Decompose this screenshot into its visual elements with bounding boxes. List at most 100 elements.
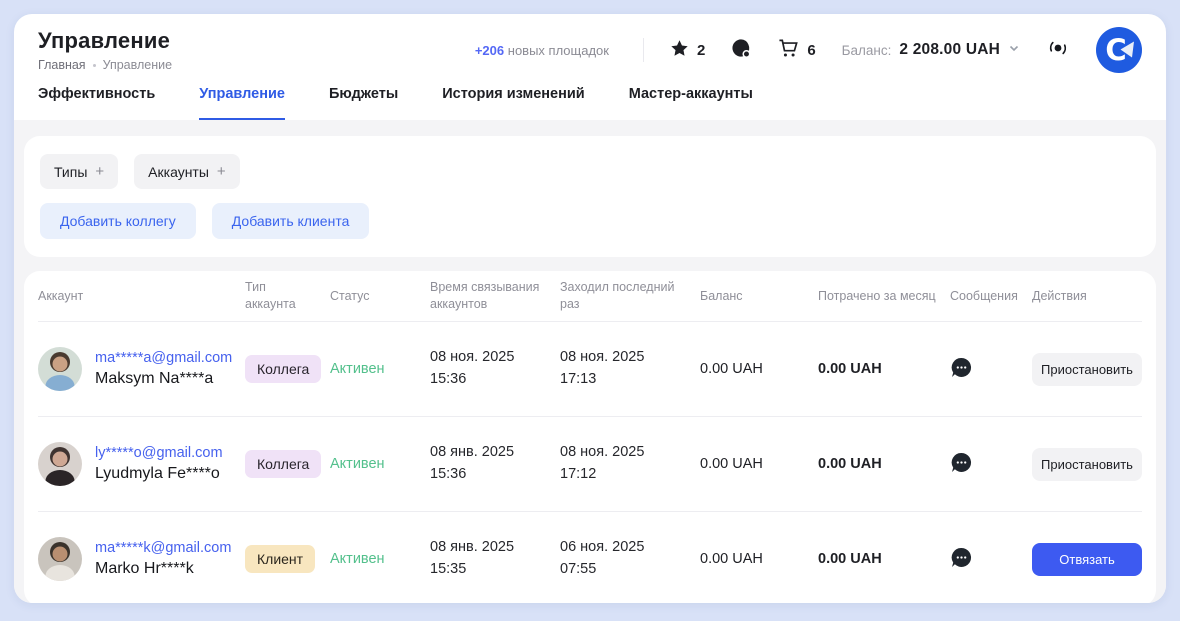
tab-master-accounts[interactable]: Мастер-аккаунты xyxy=(629,86,753,120)
balance-dropdown[interactable]: Баланс: 2 208.00 UAH xyxy=(842,41,1020,59)
actions-cell: Приостановить xyxy=(1032,353,1142,386)
status-label: Активен xyxy=(330,361,430,377)
favorites-button[interactable]: 2 xyxy=(670,39,705,62)
account-type-badge: Клиент xyxy=(245,545,315,573)
breadcrumb-current: Управление xyxy=(103,58,173,72)
avatar xyxy=(38,442,82,486)
brand-logo[interactable]: C xyxy=(1096,27,1142,73)
table-row: ma*****a@gmail.com Maksym Na****a Коллег… xyxy=(38,321,1142,416)
account-type-cell: Коллега xyxy=(245,450,330,478)
actions-cell: Приостановить xyxy=(1032,448,1142,481)
table-row: ly*****o@gmail.com Lyudmyla Fe****o Колл… xyxy=(38,416,1142,511)
accounts-filter-chip[interactable]: Аккаунты + xyxy=(134,154,240,189)
plus-icon: + xyxy=(95,163,104,180)
account-email-link[interactable]: ma*****k@gmail.com xyxy=(95,540,231,556)
last-visit-cell: 08 ноя. 2025 17:13 xyxy=(560,347,700,391)
tab-management[interactable]: Управление xyxy=(199,86,285,120)
content-area: Типы + Аккаунты + Добавить коллегу Добав… xyxy=(14,120,1166,603)
account-email-link[interactable]: ly*****o@gmail.com xyxy=(95,445,223,461)
row-action-button[interactable]: Приостановить xyxy=(1032,353,1142,386)
col-header-status: Статус xyxy=(330,288,430,305)
filter-card: Типы + Аккаунты + Добавить коллегу Добав… xyxy=(24,136,1156,257)
message-bubble-icon xyxy=(950,546,973,572)
header-divider xyxy=(643,38,644,62)
linked-time-cell: 08 ноя. 2025 15:36 xyxy=(430,347,560,391)
chat-button[interactable] xyxy=(731,38,752,63)
spent-cell: 0.00 UAH xyxy=(818,456,950,472)
new-sites-link[interactable]: +206 новых площадок xyxy=(475,43,609,58)
col-header-account-type: Тип аккаунта xyxy=(245,279,330,313)
cart-icon xyxy=(778,38,799,63)
add-client-button[interactable]: Добавить клиента xyxy=(212,203,370,239)
account-type-badge: Коллега xyxy=(245,450,321,478)
message-button[interactable] xyxy=(950,451,973,477)
col-header-spent-month: Потрачено за месяц xyxy=(818,288,950,305)
account-type-badge: Коллега xyxy=(245,355,321,383)
account-name: Lyudmyla Fe****o xyxy=(95,465,223,483)
add-colleague-button[interactable]: Добавить коллегу xyxy=(40,203,196,239)
spent-cell: 0.00 UAH xyxy=(818,361,950,377)
account-cell: ly*****o@gmail.com Lyudmyla Fe****o xyxy=(38,442,245,486)
broadcast-button[interactable] xyxy=(1046,36,1070,65)
account-name: Marko Hr****k xyxy=(95,560,231,578)
actions-cell: Отвязать xyxy=(1032,543,1142,576)
breadcrumb-home[interactable]: Главная xyxy=(38,58,86,72)
message-bubble-icon xyxy=(950,356,973,382)
message-button[interactable] xyxy=(950,356,973,382)
title-block: Управление Главная Управление xyxy=(38,28,172,72)
tab-budgets[interactable]: Бюджеты xyxy=(329,86,398,120)
last-visit-cell: 08 ноя. 2025 17:12 xyxy=(560,442,700,486)
plus-icon: + xyxy=(217,163,226,180)
row-action-button[interactable]: Приостановить xyxy=(1032,448,1142,481)
cart-button[interactable]: 6 xyxy=(778,38,815,63)
tabs: Эффективность Управление Бюджеты История из… xyxy=(14,80,1166,120)
add-buttons-row: Добавить коллегу Добавить клиента xyxy=(40,203,1140,239)
account-name: Maksym Na****a xyxy=(95,370,232,388)
favorites-count: 2 xyxy=(697,42,705,59)
header-right: +206 новых площадок 2 xyxy=(475,27,1142,73)
row-action-button[interactable]: Отвязать xyxy=(1032,543,1142,576)
table-body: ma*****a@gmail.com Maksym Na****a Коллег… xyxy=(38,321,1142,603)
last-visit-cell: 06 ноя. 2025 07:55 xyxy=(560,537,700,581)
balance-cell: 0.00 UAH xyxy=(700,361,818,377)
avatar xyxy=(38,537,82,581)
balance-cell: 0.00 UAH xyxy=(700,456,818,472)
tab-effectiveness[interactable]: Эффективность xyxy=(38,86,155,120)
breadcrumb: Главная Управление xyxy=(38,58,172,72)
table-row: ma*****k@gmail.com Marko Hr****k Клиент … xyxy=(38,511,1142,603)
messages-cell xyxy=(950,451,1032,477)
new-sites-count: +206 xyxy=(475,43,504,58)
linked-time-cell: 08 янв. 2025 15:35 xyxy=(430,537,560,581)
status-label: Активен xyxy=(330,551,430,567)
col-header-linked-time: Время связывания аккаунтов xyxy=(430,279,560,313)
message-button[interactable] xyxy=(950,546,973,572)
spent-cell: 0.00 UAH xyxy=(818,551,950,567)
cart-count: 6 xyxy=(807,42,815,59)
linked-time-cell: 08 янв. 2025 15:36 xyxy=(430,442,560,486)
chevron-down-icon xyxy=(1008,41,1020,59)
account-cell: ma*****k@gmail.com Marko Hr****k xyxy=(38,537,245,581)
col-header-account: Аккаунт xyxy=(38,288,245,305)
balance-value: 2 208.00 UAH xyxy=(899,41,1000,59)
types-filter-chip[interactable]: Типы + xyxy=(40,154,118,189)
account-type-cell: Коллега xyxy=(245,355,330,383)
page-title: Управление xyxy=(38,28,172,54)
col-header-balance: Баланс xyxy=(700,288,818,305)
col-header-messages: Сообщения xyxy=(950,288,1032,305)
main-window: Управление Главная Управление +206 новых… xyxy=(14,14,1166,603)
chat-bubble-icon xyxy=(731,38,752,63)
avatar xyxy=(38,347,82,391)
tab-history[interactable]: История изменений xyxy=(442,86,584,120)
messages-cell xyxy=(950,546,1032,572)
filter-chip-row: Типы + Аккаунты + xyxy=(40,154,1140,189)
status-label: Активен xyxy=(330,456,430,472)
account-type-cell: Клиент xyxy=(245,545,330,573)
account-cell: ma*****a@gmail.com Maksym Na****a xyxy=(38,347,245,391)
star-icon xyxy=(670,39,689,62)
breadcrumb-separator xyxy=(93,64,96,67)
header: Управление Главная Управление +206 новых… xyxy=(14,14,1166,80)
table-header-row: Аккаунт Тип аккаунта Статус Время связыв… xyxy=(38,271,1142,321)
broadcast-icon xyxy=(1046,36,1070,65)
account-email-link[interactable]: ma*****a@gmail.com xyxy=(95,350,232,366)
col-header-actions: Действия xyxy=(1032,288,1142,305)
